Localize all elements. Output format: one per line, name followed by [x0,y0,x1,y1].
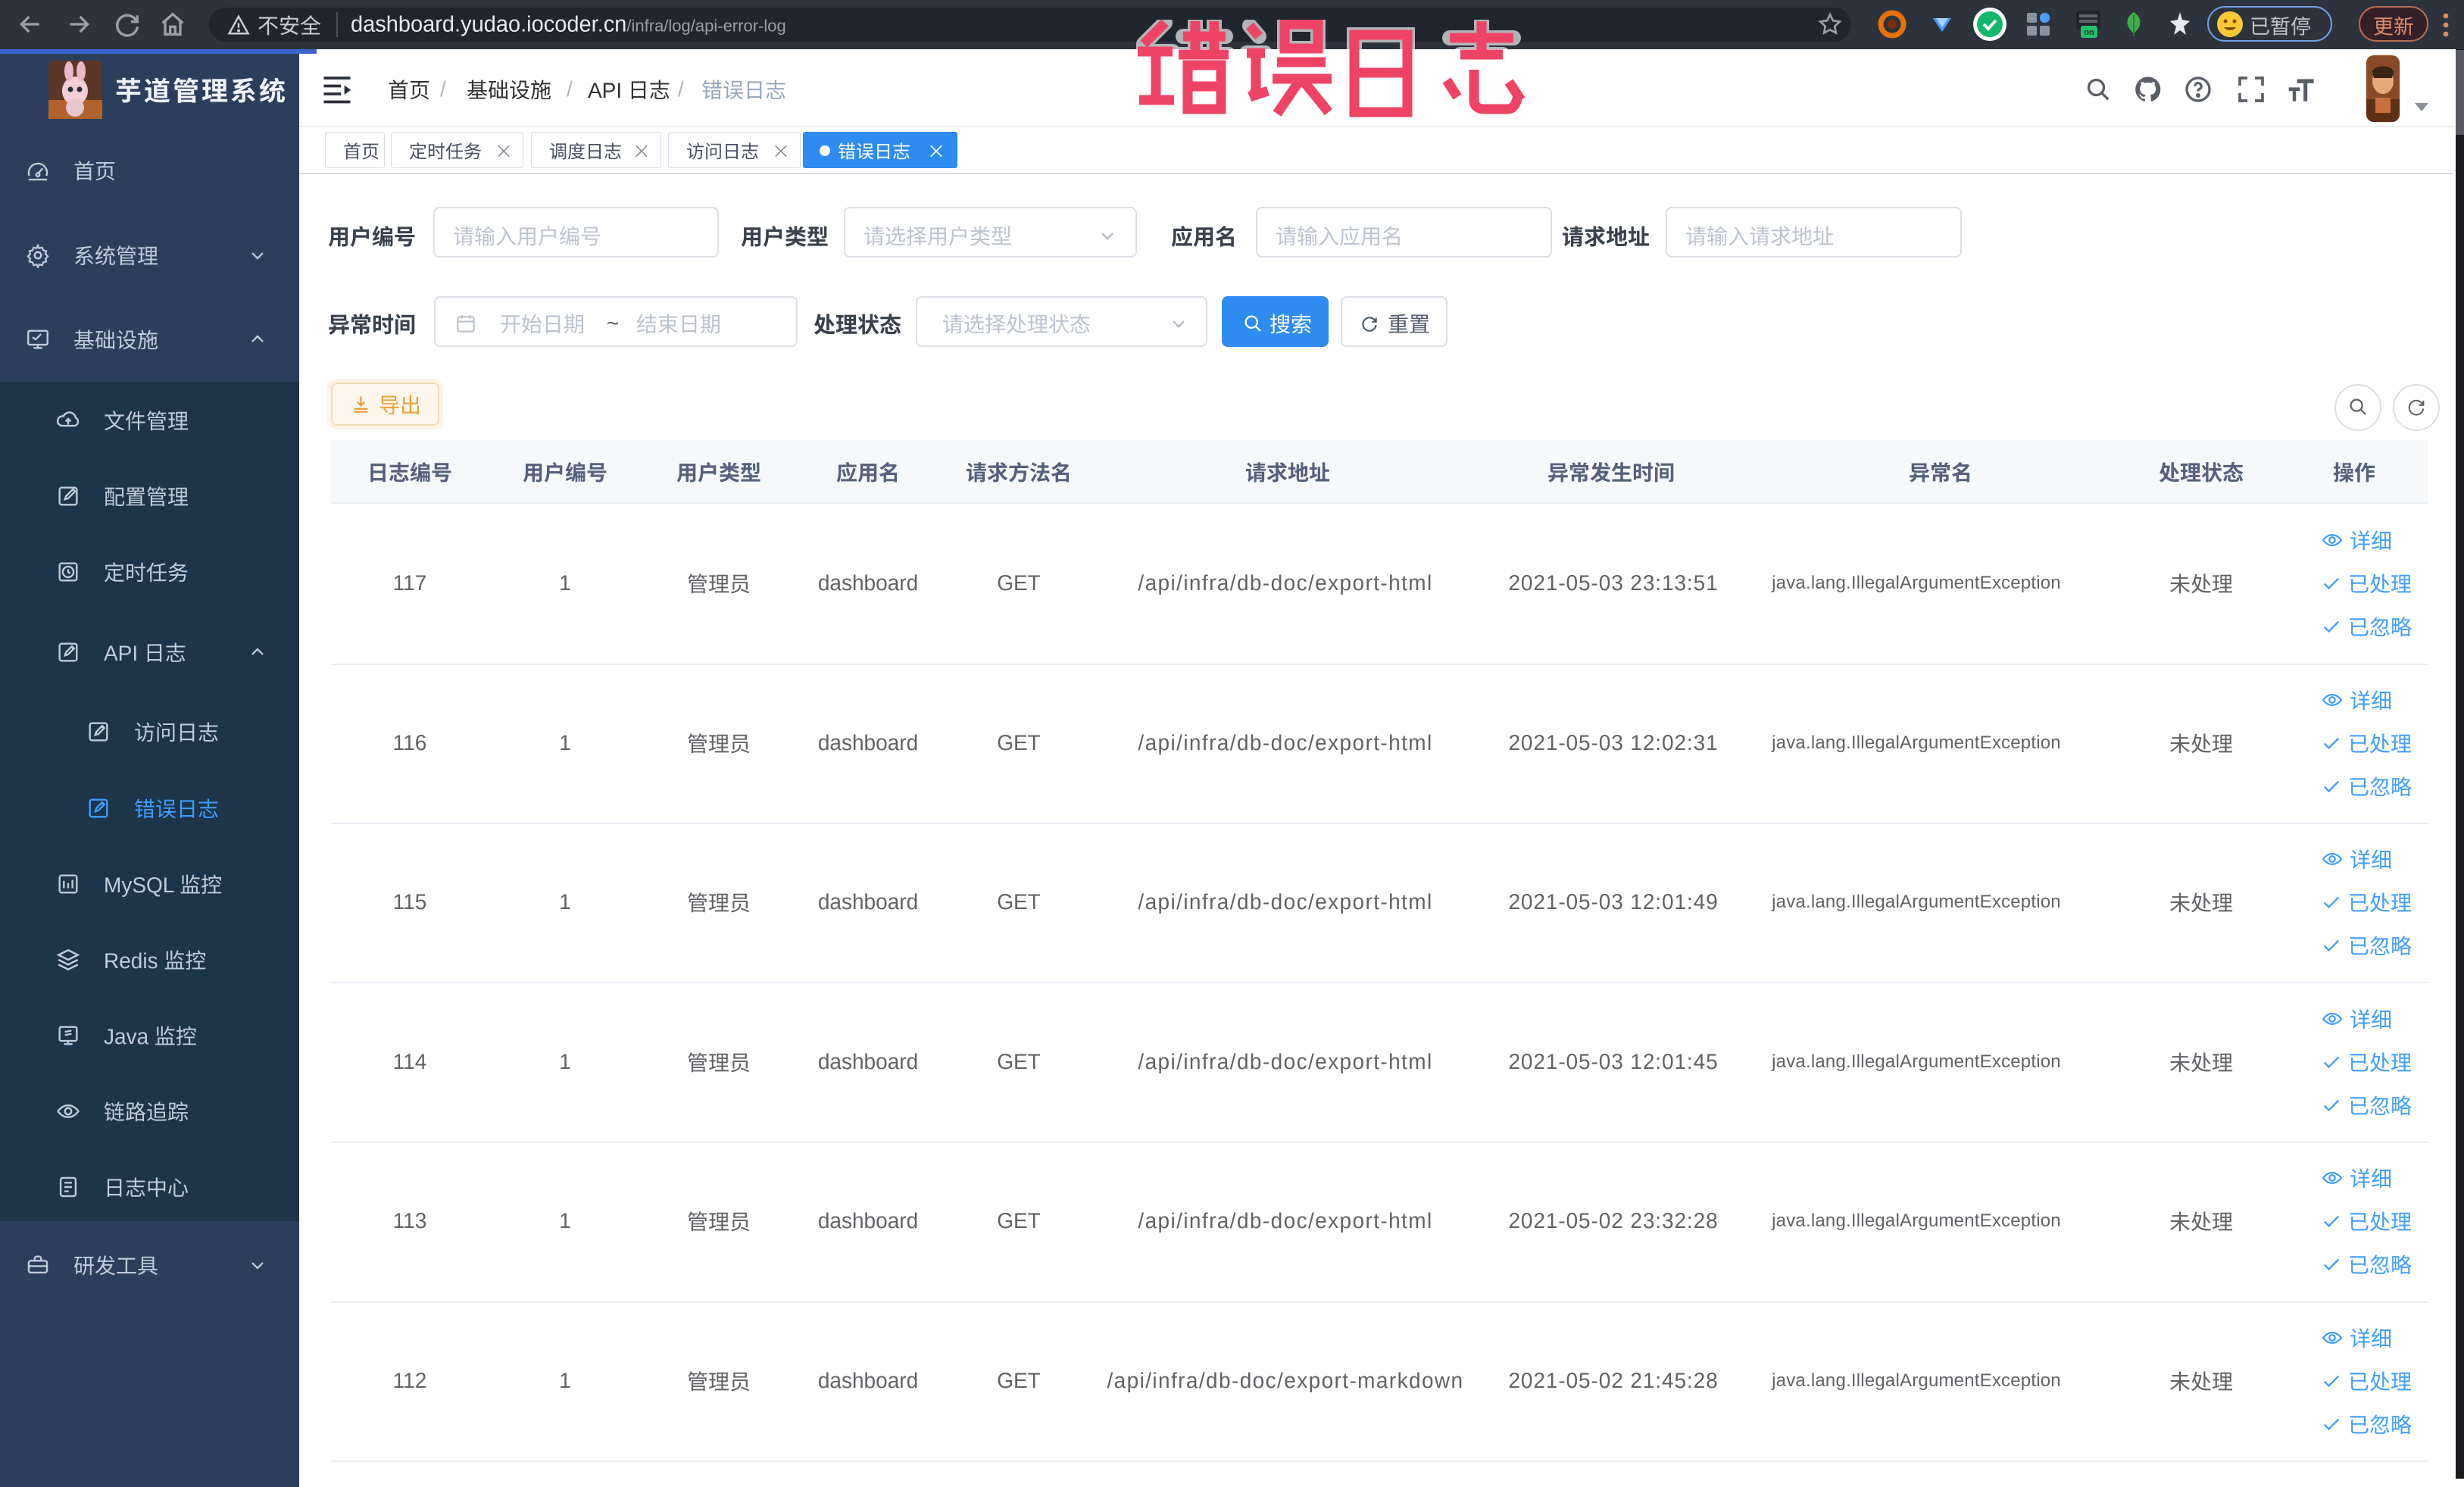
svg-text:on: on [2084,28,2094,37]
